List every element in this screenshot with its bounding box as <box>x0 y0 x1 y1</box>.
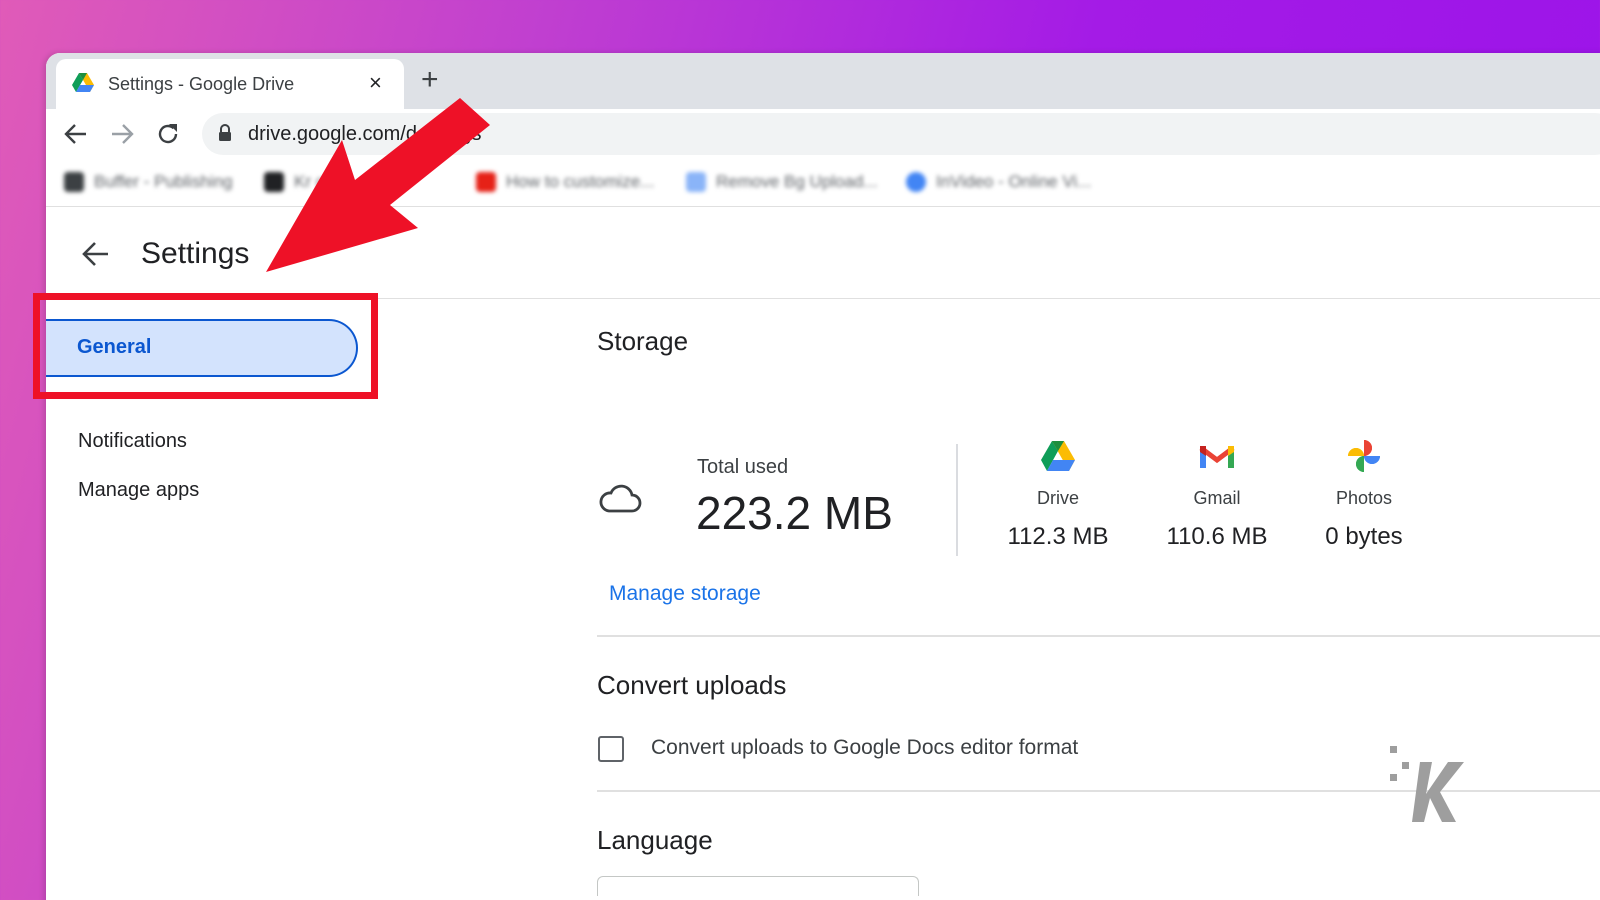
close-tab-icon[interactable]: × <box>369 70 382 96</box>
sidebar-item-manage-apps[interactable]: Manage apps <box>78 479 199 502</box>
lock-icon <box>219 124 231 141</box>
address-bar[interactable]: drive.google.com/d ettings <box>202 113 1600 155</box>
storage-heading: Storage <box>597 326 689 356</box>
url-text[interactable]: drive.google.com/d ettings <box>248 123 481 146</box>
section-divider <box>597 635 1600 637</box>
bookmark-label: Remove Bg Upload... <box>716 172 878 191</box>
convert-uploads-label: Convert uploads to Google Docs editor fo… <box>651 736 1079 759</box>
bookmark-item[interactable]: Kr ch... <box>264 172 348 192</box>
settings-header: Settings <box>46 207 1600 299</box>
google-drive-icon <box>72 73 94 92</box>
bookmarks-bar: Buffer - Publishing Kr ch... How to cust… <box>46 159 1600 207</box>
gmail-icon <box>1199 446 1235 468</box>
bookmark-icon <box>64 172 84 192</box>
bookmark-item[interactable]: Buffer - Publishing <box>64 172 233 192</box>
back-arrow-icon[interactable] <box>82 241 110 267</box>
highlight-annotation-box <box>33 293 378 399</box>
language-select[interactable] <box>597 876 919 896</box>
bookmark-icon <box>906 172 926 192</box>
language-heading: Language <box>597 825 713 855</box>
service-size: 0 bytes <box>1325 523 1403 550</box>
bookmark-label: Buffer - Publishing <box>94 172 233 191</box>
browser-toolbar: drive.google.com/d ettings <box>46 109 1600 159</box>
total-used-label: Total used <box>697 456 789 478</box>
bookmark-label: How to customize... <box>506 172 655 191</box>
tab-title: Settings - Google Drive <box>108 74 295 94</box>
cloud-icon <box>599 484 642 513</box>
service-size: 110.6 MB <box>1166 523 1268 550</box>
knowtechie-watermark-logo <box>1390 746 1464 822</box>
service-name: Drive <box>1036 488 1079 508</box>
youtube-icon <box>476 172 496 192</box>
browser-tab[interactable]: Settings - Google Drive × <box>56 59 404 109</box>
manage-storage-link[interactable]: Manage storage <box>609 582 761 606</box>
service-name: Photos <box>1335 488 1393 508</box>
bookmark-label: InVideo - Online Vi... <box>936 172 1092 191</box>
page-title: Settings <box>141 237 250 270</box>
storage-service-gmail: Gmail 110.6 MB <box>1147 438 1287 551</box>
convert-uploads-heading: Convert uploads <box>597 670 787 700</box>
total-used-value: 223.2 MB <box>696 487 893 539</box>
new-tab-button[interactable]: + <box>421 65 439 95</box>
service-size: 112.3 MB <box>1007 523 1109 550</box>
tab-strip: Settings - Google Drive × + <box>46 53 1600 109</box>
bookmark-label: Kr ch... <box>294 172 348 191</box>
bookmark-icon <box>686 172 706 192</box>
storage-service-drive: Drive 112.3 MB <box>988 438 1128 551</box>
bookmark-icon <box>264 172 284 192</box>
storage-service-photos: Photos 0 bytes <box>1294 438 1434 551</box>
storage-divider <box>956 444 958 556</box>
google-photos-icon <box>1348 440 1380 472</box>
bookmark-item[interactable]: How to customize... <box>476 172 654 192</box>
back-icon[interactable] <box>64 123 88 145</box>
convert-uploads-checkbox[interactable] <box>598 736 624 762</box>
bookmark-item[interactable]: Remove Bg Upload... <box>686 172 878 192</box>
reload-icon[interactable] <box>155 121 181 147</box>
bookmark-item[interactable]: InVideo - Online Vi... <box>906 172 1091 192</box>
google-drive-icon <box>1041 441 1075 471</box>
forward-icon[interactable] <box>110 123 134 145</box>
sidebar-item-notifications[interactable]: Notifications <box>78 430 187 453</box>
service-name: Gmail <box>1193 488 1241 508</box>
